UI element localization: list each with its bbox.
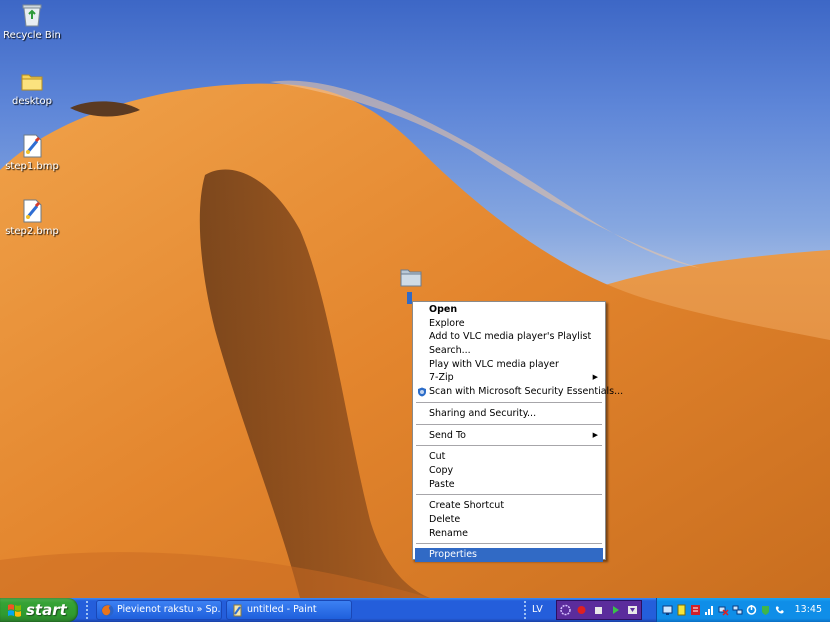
menu-item-send-to[interactable]: Send To ▶ [415,429,603,443]
media-menu-icon[interactable] [627,604,638,616]
context-menu: Open Explore Add to VLC media player's P… [412,301,623,562]
windows-flag-icon [8,604,21,617]
folder-icon [21,74,43,91]
menu-item-rename[interactable]: Rename [415,527,603,541]
selected-folder-item[interactable] [399,266,423,306]
bitmap-file-icon [23,199,42,223]
firefox-icon [101,604,114,617]
media-toolbar [556,600,642,620]
menu-item-open[interactable]: Open [415,303,603,317]
skype-icon[interactable] [774,604,785,616]
menu-item-cut[interactable]: Cut [415,450,603,464]
menu-item-paste[interactable]: Paste [415,478,603,492]
desktop-icon-label: step1.bmp [5,161,59,172]
menu-item-explore[interactable]: Explore [415,317,603,331]
record-icon[interactable] [576,604,587,616]
menu-item-sharing-security[interactable]: Sharing and Security... [415,407,603,421]
desktop-icon-recycle-bin[interactable]: Recycle Bin [0,2,64,42]
power-icon[interactable] [746,604,757,616]
taskbar-button-paint[interactable]: untitled - Paint [226,600,352,620]
submenu-arrow-icon: ▶ [592,430,598,439]
system-tray: 13:45 [656,598,830,622]
submenu-arrow-icon: ▶ [592,373,598,382]
language-bar-grip[interactable] [524,601,526,619]
clock[interactable]: 13:45 [795,598,822,622]
menu-item-7zip[interactable]: 7-Zip ▶ [415,371,603,385]
network-icon[interactable] [732,604,743,616]
menu-separator [416,494,602,497]
menu-item-properties[interactable]: Properties [415,548,603,562]
menu-item-add-to-vlc-playlist[interactable]: Add to VLC media player's Playlist [415,330,603,344]
start-button[interactable]: start [0,598,78,622]
network-disconnected-icon[interactable] [718,604,729,616]
menu-item-scan-security-essentials[interactable]: Scan with Microsoft Security Essentials.… [415,385,623,399]
bitmap-file-icon [23,134,42,158]
menu-item-create-shortcut[interactable]: Create Shortcut [415,499,603,513]
security-icon[interactable] [760,604,771,616]
taskbar-button-label: untitled - Paint [247,604,317,615]
quicklaunch-grip[interactable] [86,601,88,619]
stop-icon[interactable] [593,604,604,616]
menu-separator [416,543,602,546]
menu-separator [416,423,602,426]
taskbar-button-firefox[interactable]: Pievienot rakstu » Sp... [96,600,222,620]
language-indicator[interactable]: LV [532,598,543,622]
security-shield-icon [418,387,426,397]
start-label: start [26,601,67,619]
menu-item-delete[interactable]: Delete [415,513,603,527]
desktop-icon-desktop-folder[interactable]: desktop [0,68,64,108]
menu-separator [416,445,602,448]
antivirus-icon[interactable] [690,604,701,616]
desktop-icon-step2-bmp[interactable]: step2.bmp [0,198,64,238]
folder-icon [400,269,422,287]
menu-item-play-with-vlc[interactable]: Play with VLC media player [415,358,603,372]
menu-item-search[interactable]: Search... [415,344,603,358]
notes-icon[interactable] [676,604,687,616]
desktop-icon-step1-bmp[interactable]: step1.bmp [0,133,64,173]
play-icon[interactable] [610,604,621,616]
recycle-bin-icon [22,4,42,27]
desktop-icon-label: Recycle Bin [3,30,61,41]
monitor-icon[interactable] [662,604,673,616]
desktop-icon-label: step2.bmp [5,226,59,237]
menu-separator [416,401,602,404]
signal-icon[interactable] [704,604,715,616]
menu-item-copy[interactable]: Copy [415,464,603,478]
taskbar-button-label: Pievienot rakstu » Sp... [117,604,222,615]
desktop-icon-label: desktop [12,96,52,107]
taskbar: start Pievienot rakstu » Sp... untitled … [0,598,830,622]
media-logo-icon [560,604,571,616]
paint-icon [233,604,242,617]
